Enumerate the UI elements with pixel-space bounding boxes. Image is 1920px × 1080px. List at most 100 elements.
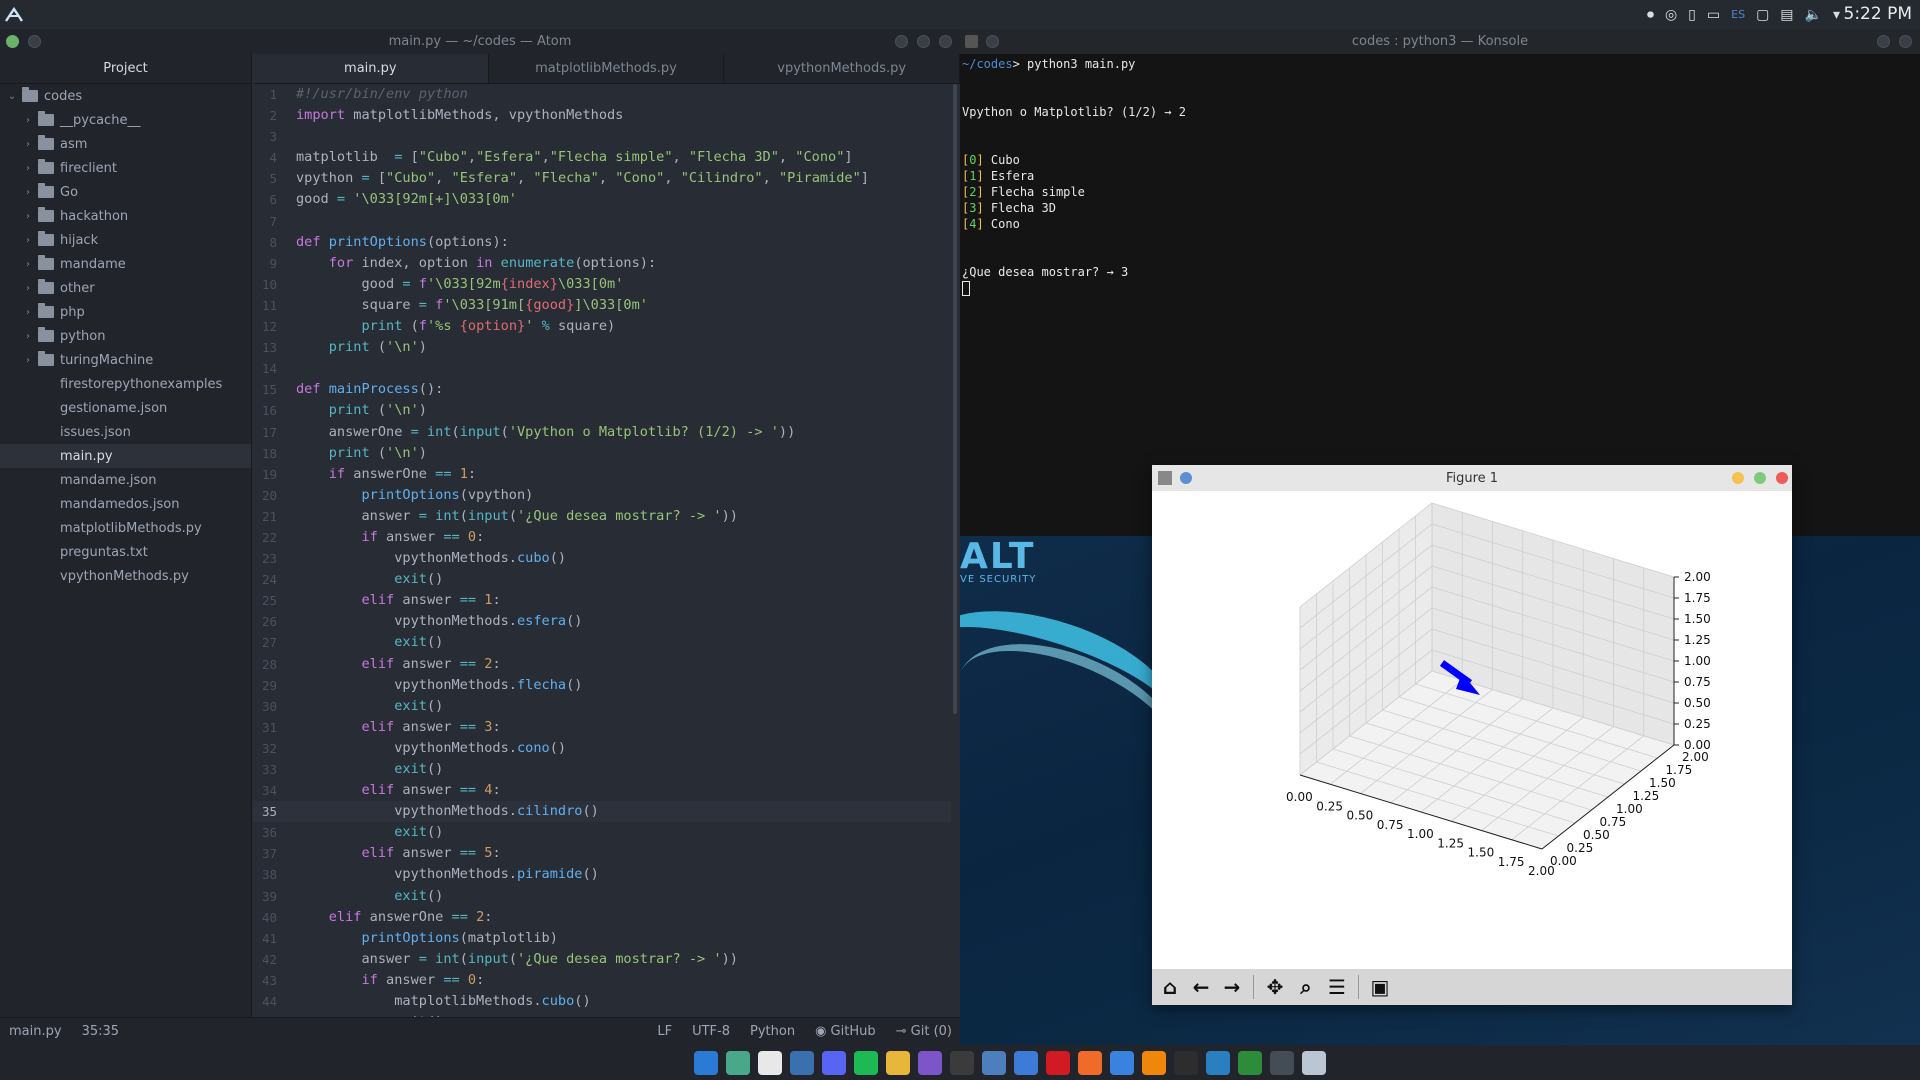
tree-folder-item[interactable]: › php (0, 300, 251, 324)
code-line[interactable]: 2 import matplotlibMethods, vpythonMethod… (253, 105, 951, 126)
code-line[interactable]: 33 exit() (253, 759, 951, 780)
code-line[interactable]: 5 vpython = ["Cubo", "Esfera", "Flecha", … (253, 168, 951, 189)
volume-icon[interactable]: 🔈 (1805, 7, 1822, 23)
clipboard-icon[interactable]: ▤ (1780, 7, 1793, 23)
chevron-right-icon[interactable]: › (22, 211, 34, 222)
tree-folder-item[interactable]: › python (0, 324, 251, 348)
code-line[interactable]: 11 square = f'\033[91m[{good}]\033[0m' (253, 295, 951, 316)
code-line[interactable]: 17 answerOne = int(input('Vpython o Matp… (253, 422, 951, 443)
code-line[interactable]: 9 for index, option in enumerate(options… (253, 253, 951, 274)
code-line[interactable]: 36 exit() (253, 822, 951, 843)
code-line[interactable]: 32 vpythonMethods.cono() (253, 738, 951, 759)
figure-minimize-button[interactable] (1732, 472, 1744, 484)
chevron-right-icon[interactable]: › (22, 163, 34, 174)
code-line[interactable]: 12 print (f'%s {option}' % square) (253, 316, 951, 337)
chromium-icon[interactable] (1014, 1050, 1038, 1075)
back-icon[interactable]: ← (1187, 973, 1215, 1001)
code-editor[interactable]: 1 #!/usr/bin/env python 2 import matplotlib… (253, 84, 951, 1017)
tree-folder-item[interactable]: › fireclient (0, 156, 251, 180)
code-line[interactable]: 30 exit() (253, 696, 951, 717)
anydesk-icon[interactable] (1238, 1050, 1262, 1075)
code-line[interactable]: 18 print ('\n') (253, 443, 951, 464)
status-grammar[interactable]: Python (750, 1024, 795, 1039)
figure-maximize-button[interactable] (1754, 472, 1766, 484)
code-line[interactable]: 35 vpythonMethods.cilindro() (253, 801, 951, 823)
code-line[interactable]: 39 exit() (253, 886, 951, 907)
tree-folder-item[interactable]: › __pycache__ (0, 108, 251, 132)
tab-vpythonMethods-py[interactable]: vpythonMethods.py (724, 54, 961, 83)
code-line[interactable]: 40 elif answerOne == 2: (253, 907, 951, 928)
chevron-right-icon[interactable]: › (22, 283, 34, 294)
tree-folder-item[interactable]: › Go (0, 180, 251, 204)
chevron-right-icon[interactable]: › (22, 307, 34, 318)
firefox-icon[interactable] (1078, 1050, 1102, 1075)
code-line[interactable]: 14 (253, 358, 951, 379)
pin-button[interactable] (28, 35, 41, 48)
konsole-minimize-button[interactable] (1877, 35, 1890, 48)
chatgpt-icon[interactable] (726, 1050, 750, 1075)
keyboard-layout[interactable]: ES (1731, 8, 1745, 21)
tree-folder-item[interactable]: ⌄ codes (0, 84, 251, 108)
opera-icon[interactable] (1046, 1050, 1070, 1075)
tree-file-item[interactable]: vpythonMethods.py (0, 564, 251, 588)
tree-folder-item[interactable]: › other (0, 276, 251, 300)
tree-file-item[interactable]: firestorepythonexamples (0, 372, 251, 396)
status-file[interactable]: main.py (9, 1024, 62, 1039)
code-line[interactable]: 1 #!/usr/bin/env python (253, 84, 951, 105)
terminal-icon[interactable] (1174, 1050, 1198, 1075)
tree-file-item[interactable]: preguntas.txt (0, 540, 251, 564)
chevron-right-icon[interactable]: › (22, 139, 34, 150)
chevron-right-icon[interactable]: › (22, 331, 34, 342)
tree-file-item[interactable]: gestioname.json (0, 396, 251, 420)
screenshot-icon[interactable] (918, 1050, 942, 1075)
configure-icon[interactable]: ☰ (1323, 973, 1351, 1001)
code-line[interactable]: 22 if answer == 0: (253, 527, 951, 548)
chevron-right-icon[interactable]: › (22, 235, 34, 246)
chevron-right-icon[interactable]: › (22, 259, 34, 270)
home-icon[interactable]: ⌂ (1156, 973, 1184, 1001)
code-line[interactable]: 6 good = '\033[92m[+]\033[0m' (253, 189, 951, 210)
code-line[interactable]: 43 if answer == 0: (253, 970, 951, 991)
battery-icon[interactable]: ▭ (1707, 7, 1720, 23)
figure-pin-button[interactable] (1180, 472, 1192, 484)
maximize-button[interactable] (917, 35, 930, 48)
minimize-button[interactable] (895, 35, 908, 48)
code-line[interactable]: 10 good = f'\033[92m{index}\033[0m' (253, 274, 951, 295)
code-line[interactable]: 19 if answerOne == 1: (253, 464, 951, 485)
status-github[interactable]: ◉ GitHub (815, 1024, 876, 1039)
code-line[interactable]: 16 print ('\n') (253, 400, 951, 421)
status-encoding[interactable]: UTF-8 (692, 1024, 730, 1039)
tree-folder-item[interactable]: › turingMachine (0, 348, 251, 372)
status-git[interactable]: ⊸ Git (0) (896, 1024, 952, 1039)
code-line[interactable]: 25 elif answer == 1: (253, 590, 951, 611)
chevron-down-icon[interactable]: ⌄ (6, 91, 18, 102)
code-line[interactable]: 20 printOptions(vpython) (253, 485, 951, 506)
editor-scrollbar[interactable] (953, 84, 957, 714)
tab-main-py[interactable]: main.py (253, 54, 489, 83)
chevron-right-icon[interactable]: › (22, 355, 34, 366)
record-icon[interactable]: ⏺ (1647, 7, 1654, 23)
tree-folder-item[interactable]: › mandame (0, 252, 251, 276)
code-line[interactable]: 23 vpythonMethods.cubo() (253, 548, 951, 569)
code-line[interactable]: 4 matplotlib = ["Cubo","Esfera","Flecha s… (253, 147, 951, 168)
tree-folder-item[interactable]: › hackathon (0, 204, 251, 228)
code-line[interactable]: 13 print ('\n') (253, 337, 951, 358)
phone-icon[interactable]: ▯ (1688, 7, 1696, 23)
wireshark-icon[interactable] (1206, 1050, 1230, 1075)
tree-folder-item[interactable]: › hijack (0, 228, 251, 252)
files-icon[interactable] (982, 1050, 1006, 1075)
konsole-pin-button[interactable] (986, 35, 999, 48)
code-line[interactable]: 3 (253, 126, 951, 147)
vscode-icon[interactable] (694, 1050, 718, 1075)
playstore-icon[interactable] (886, 1050, 910, 1075)
chevron-right-icon[interactable]: › (22, 187, 34, 198)
code-line[interactable]: 26 vpythonMethods.esfera() (253, 611, 951, 632)
tree-file-item[interactable]: matplotlibMethods.py (0, 516, 251, 540)
pdf-icon[interactable] (758, 1050, 782, 1075)
code-line[interactable]: 15 def mainProcess(): (253, 379, 951, 400)
figure-close-button[interactable] (1776, 472, 1788, 484)
code-line[interactable]: 37 elif answer == 5: (253, 843, 951, 864)
3d-plot[interactable]: 0.000.250.500.751.001.251.501.752.000.00… (1152, 491, 1792, 969)
close-button[interactable] (939, 35, 952, 48)
tab-matplotlibMethods-py[interactable]: matplotlibMethods.py (489, 54, 725, 83)
